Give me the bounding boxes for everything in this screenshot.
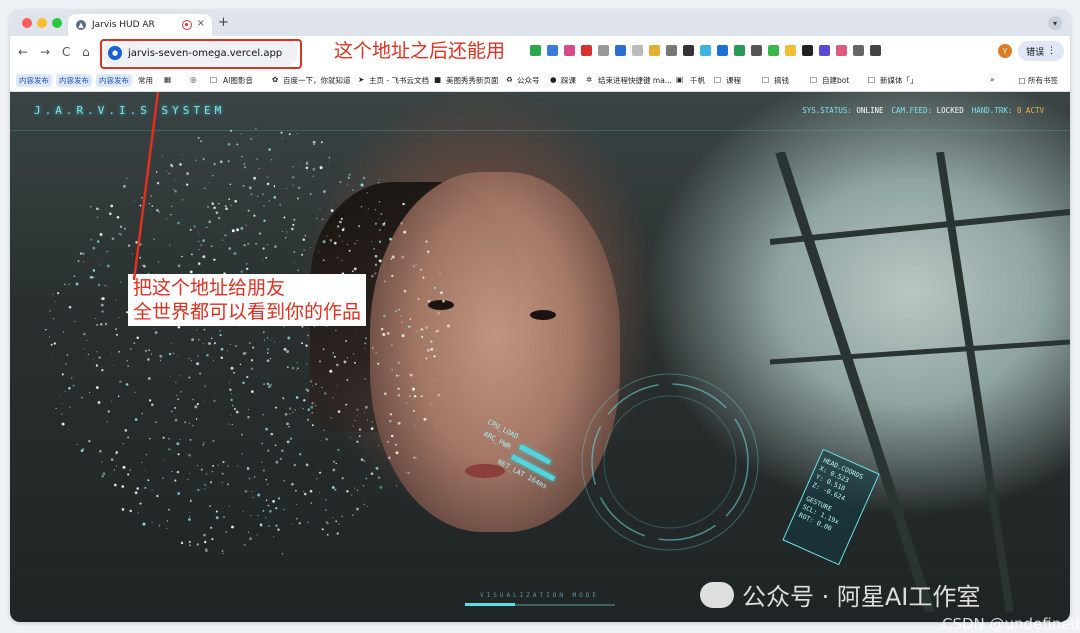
extension-icon[interactable] (819, 45, 830, 56)
home-button[interactable]: ⌂ (82, 45, 90, 59)
close-window-button[interactable] (22, 18, 32, 28)
bookmark-item[interactable]: 千帆 (690, 75, 705, 86)
extension-icon[interactable] (785, 45, 796, 56)
extension-icon[interactable] (530, 45, 541, 56)
tab-title: Jarvis HUD AR (92, 20, 155, 30)
folder-icon: □ (810, 75, 818, 84)
error-button-label: 错误 (1026, 47, 1045, 58)
extension-icon[interactable] (768, 45, 779, 56)
extension-icon[interactable] (632, 45, 643, 56)
folder-icon: □ (762, 75, 770, 84)
extension-icon[interactable] (853, 45, 864, 56)
bookmark-item[interactable]: 内容发布 (96, 74, 132, 87)
new-tab-button[interactable]: + (218, 15, 229, 30)
bookmark-item[interactable]: 美图秀秀新页面 (446, 75, 499, 86)
annotation-arrow (132, 92, 160, 281)
wechat-logo-icon (700, 581, 734, 608)
bookmark-item[interactable]: 主页 - 飞书云文档 (369, 75, 429, 86)
folder-icon: □ (868, 75, 876, 84)
recording-icon (182, 20, 192, 30)
error-button[interactable]: 错误 ⋮ (1018, 41, 1064, 61)
tab-search-icon[interactable]: ▾ (1048, 16, 1062, 30)
meitu-icon: ■ (434, 75, 442, 84)
puzzle-icon[interactable] (870, 45, 881, 56)
all-bookmarks-label: 所有书签 (1028, 76, 1058, 85)
tab-close-icon[interactable]: × (197, 18, 205, 29)
tab-favicon-icon: ▲ (76, 20, 86, 30)
folder-icon: □ (210, 75, 218, 84)
extension-icon[interactable] (649, 45, 660, 56)
forward-button[interactable]: → (40, 45, 50, 59)
bookmarks-overflow-button[interactable]: » (990, 75, 995, 84)
bookmarks-bar: 内容发布 内容发布 内容发布 常用 ▦ ◎ □ AI图影音 ✿ 百度一下，你就知… (10, 70, 1070, 92)
gear-icon: ✲ (586, 75, 593, 84)
bookmark-item[interactable]: 结束进程快捷键 ma... (598, 75, 672, 86)
url-annotation-box (100, 39, 302, 69)
reload-button[interactable]: C (62, 45, 70, 59)
extension-icon[interactable] (683, 45, 694, 56)
bookmark-item[interactable]: 踩课 (561, 75, 576, 86)
bird-icon: ➤ (358, 75, 365, 84)
csdn-watermark: CSDN @undefined (941, 615, 1080, 633)
minimize-window-button[interactable] (37, 18, 47, 28)
bookmark-item[interactable]: 新媒体「」 (880, 75, 918, 86)
qianfan-icon: ▣ (676, 75, 684, 84)
tab-jarvis[interactable]: ▲ Jarvis HUD AR × (68, 14, 212, 36)
maximize-window-button[interactable] (52, 18, 62, 28)
extension-icon[interactable] (734, 45, 745, 56)
extension-icon[interactable] (717, 45, 728, 56)
all-bookmarks[interactable]: □ 所有书签 (1019, 75, 1058, 86)
back-button[interactable]: ← (18, 45, 28, 59)
bookmark-item[interactable]: 自建bot (822, 75, 849, 86)
bookmark-item[interactable]: 内容发布 (16, 74, 52, 87)
bookmark-item[interactable]: AI图影音 (223, 75, 253, 86)
profile-avatar[interactable]: Y (998, 44, 1012, 58)
bookmark-item[interactable]: 公众号 (517, 75, 540, 86)
extension-icon[interactable] (581, 45, 592, 56)
extension-icon[interactable] (836, 45, 847, 56)
apps-grid-icon[interactable]: ▦ (164, 75, 171, 84)
extension-icon[interactable] (547, 45, 558, 56)
folder-icon: □ (714, 75, 722, 84)
browser-window: ▲ Jarvis HUD AR × + ▾ ← → C ⌂ ● jarvis-s… (10, 10, 1070, 622)
toolbar: ← → C ⌂ ● jarvis-seven-omega.vercel.app … (10, 36, 1070, 70)
course-icon: ● (550, 75, 557, 84)
watermark-text: 公众号 · 阿星AI工作室 (742, 583, 981, 611)
extension-icon[interactable] (615, 45, 626, 56)
bookmark-item[interactable]: 课程 (726, 75, 741, 86)
paw-icon: ✿ (272, 75, 279, 84)
extension-icon[interactable] (564, 45, 575, 56)
extensions-row (530, 45, 881, 56)
globe-icon[interactable]: ◎ (190, 75, 197, 84)
extension-icon[interactable] (598, 45, 609, 56)
bookmark-item[interactable]: 百度一下，你就知道 (283, 75, 351, 86)
ar-camera-viewport: J.A.R.V.I.S SYSTEM SYS.STATUS: ONLINE CA… (10, 92, 1070, 622)
bookmark-item[interactable]: 常用 (138, 75, 153, 86)
url-annotation-text: 这个地址之后还能用 (332, 38, 508, 64)
extension-icon[interactable] (666, 45, 677, 56)
wechat-icon: ♻ (506, 75, 513, 84)
tab-strip: ▲ Jarvis HUD AR × + ▾ (10, 10, 1070, 36)
extension-icon[interactable] (802, 45, 813, 56)
bookmark-item[interactable]: 内容发布 (56, 74, 92, 87)
extension-icon[interactable] (751, 45, 762, 56)
bookmark-item[interactable]: 搞钱 (774, 75, 789, 86)
extension-icon[interactable] (700, 45, 711, 56)
watermark: 公众号 · 阿星AI工作室 (700, 577, 980, 612)
